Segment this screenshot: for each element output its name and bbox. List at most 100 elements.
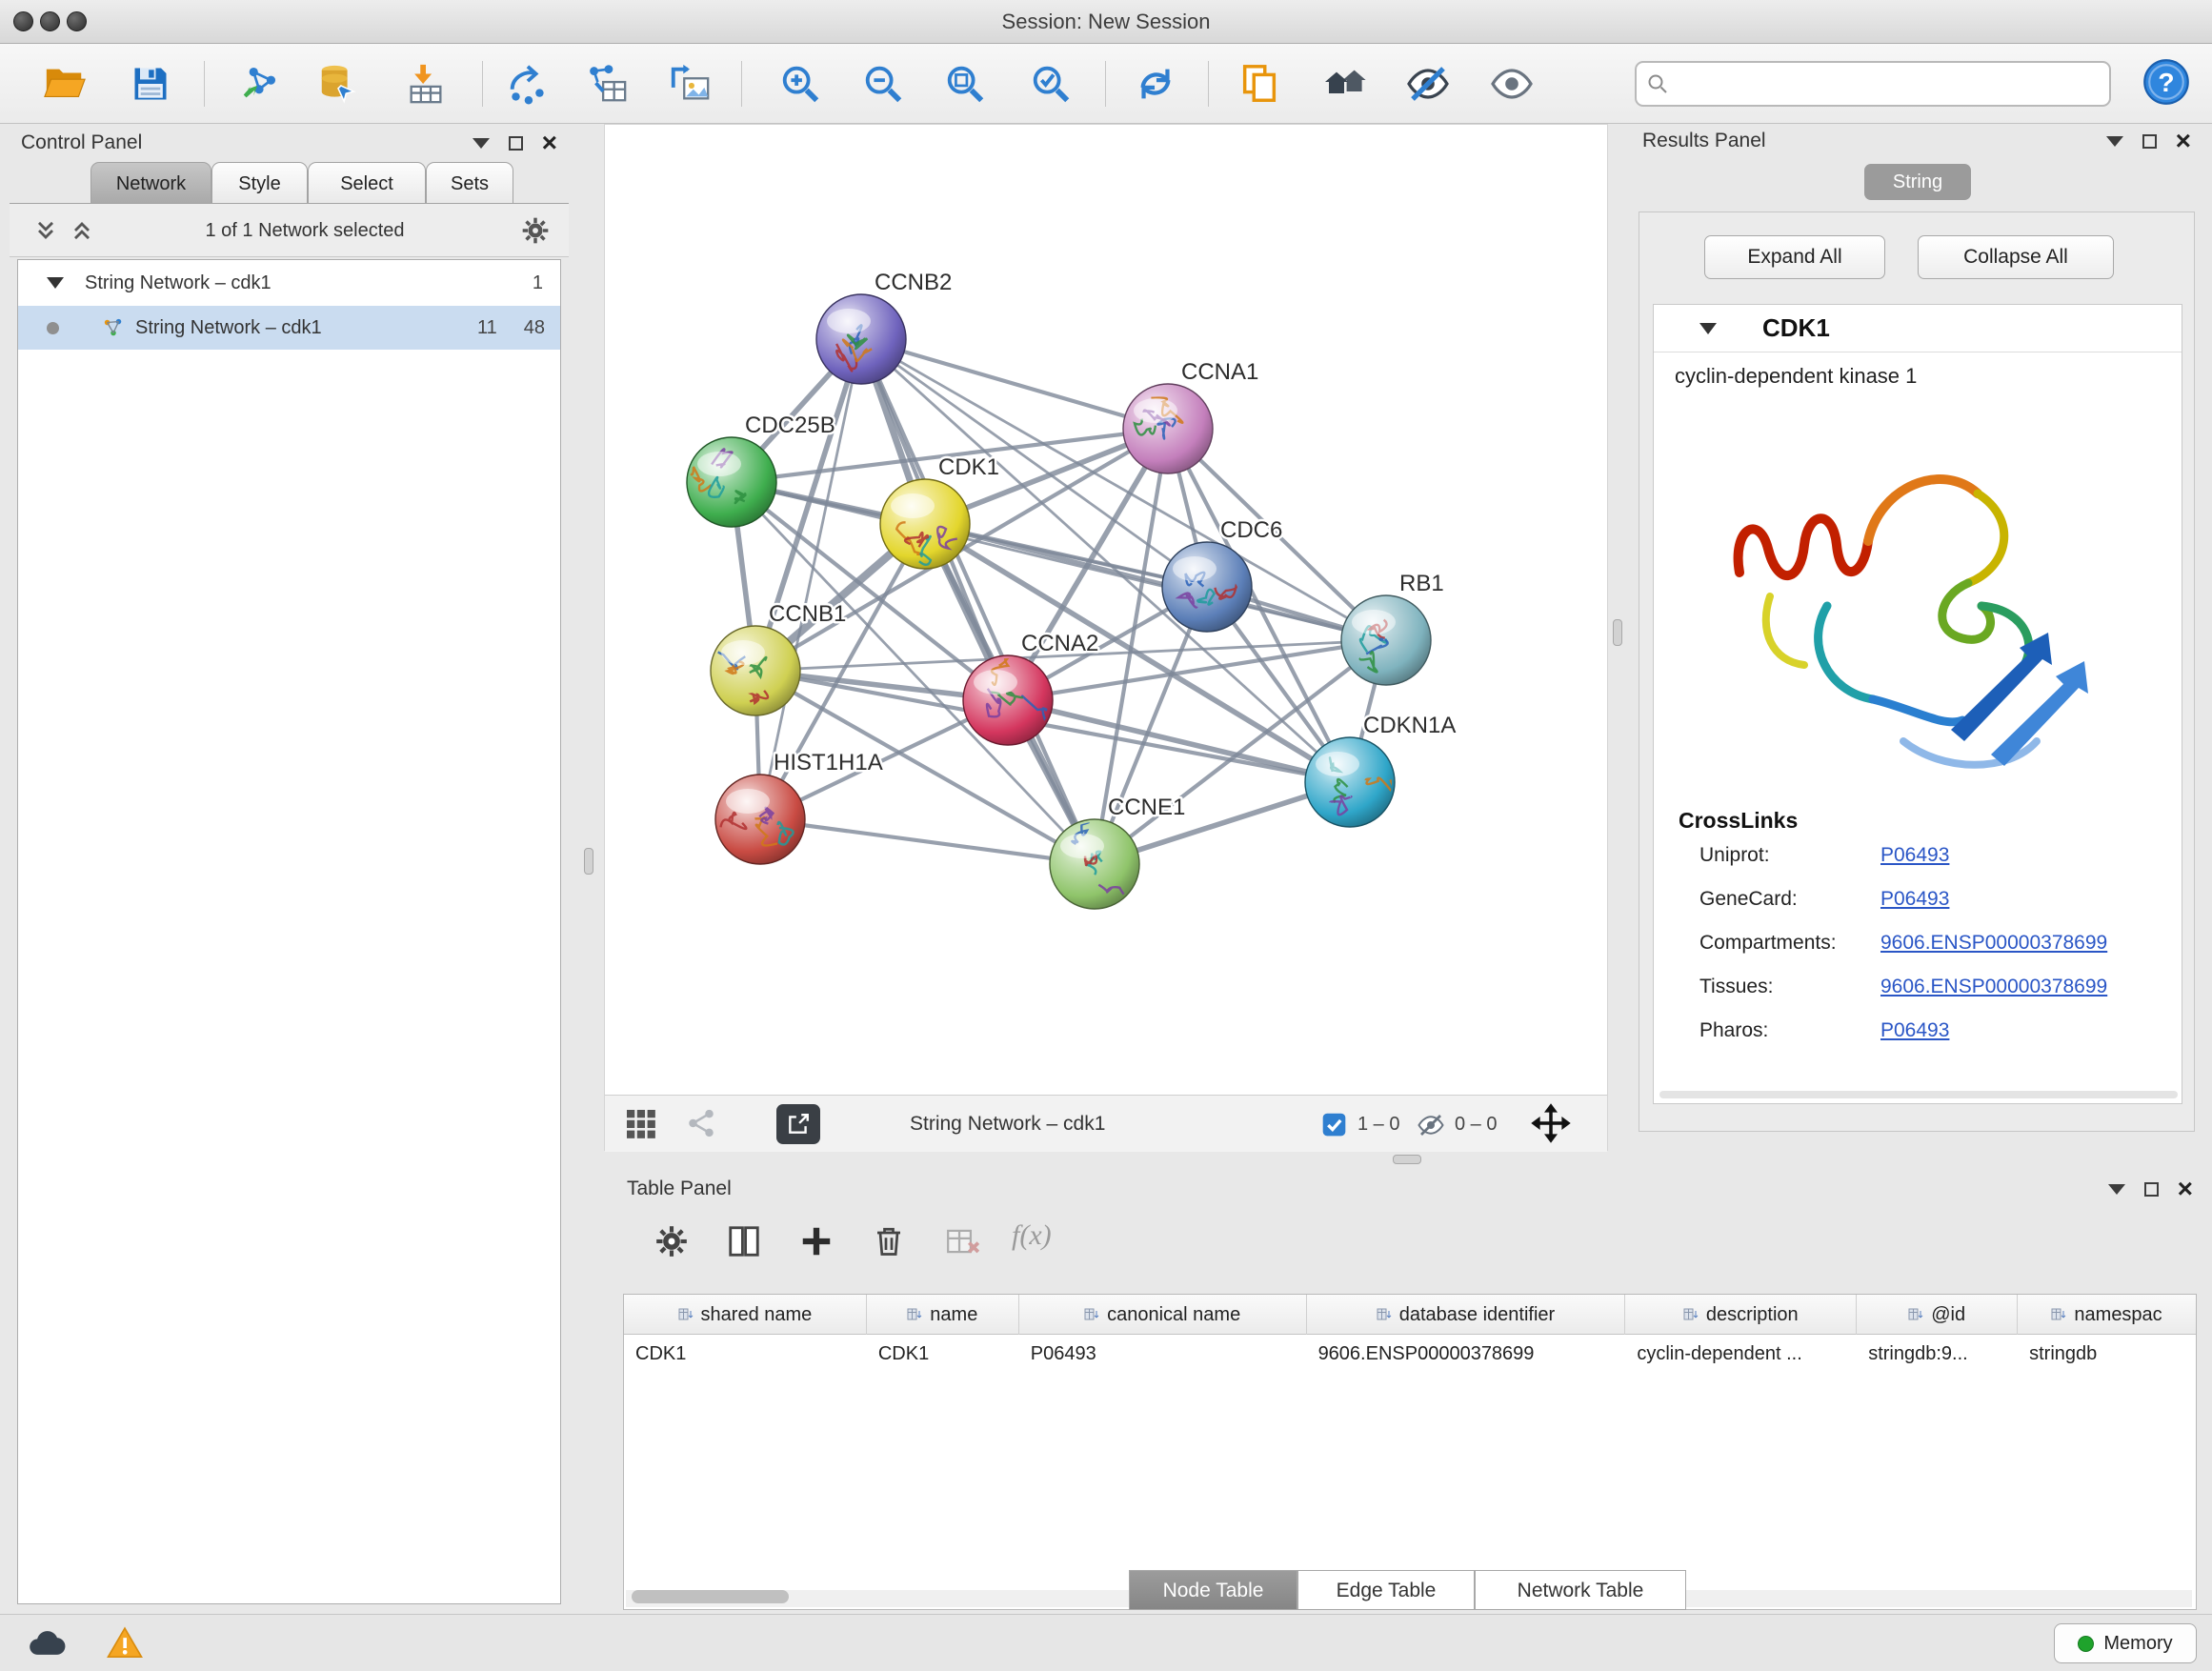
column-header-database-identifier[interactable]: database identifier (1307, 1295, 1626, 1335)
save-session-button[interactable] (124, 55, 177, 112)
panel-float-icon[interactable] (473, 138, 490, 149)
cell-canonical-name[interactable]: P06493 (1019, 1335, 1307, 1373)
collapse-gene-icon[interactable] (1699, 323, 1717, 334)
network-node-ccna1[interactable]: CCNA1 (1123, 359, 1258, 473)
network-node-cdkn1a[interactable]: CDKN1A (1305, 713, 1456, 827)
zoom-out-button[interactable] (856, 55, 910, 112)
tab-network-table[interactable]: Network Table (1475, 1570, 1686, 1610)
network-node-ccnb2[interactable]: CCNB2 (816, 270, 952, 384)
network-canvas[interactable]: CCNB2CCNA1CDC25BCDK1CDC6RB1CCNB1CCNA2CDK… (605, 125, 1609, 1095)
crosslink-genecard-link[interactable]: P06493 (1880, 888, 1949, 911)
cloud-status-button[interactable] (25, 1622, 69, 1667)
tab-edge-table[interactable]: Edge Table (1297, 1570, 1475, 1610)
collection-expand-icon[interactable] (47, 277, 64, 289)
panel-maximize-icon[interactable] (2142, 134, 2157, 149)
export-table-button[interactable] (580, 55, 633, 112)
function-builder-button[interactable]: f(x) (1012, 1219, 1052, 1252)
horizontal-scrollbar[interactable] (1659, 1091, 2178, 1098)
column-header-namespace[interactable]: namespac (2018, 1295, 2196, 1335)
fit-network-button[interactable] (1531, 1103, 1571, 1146)
cell-database-identifier[interactable]: 9606.ENSP00000378699 (1307, 1335, 1626, 1373)
cell-shared-name[interactable]: CDK1 (624, 1335, 867, 1373)
horizontal-scrollbar-thumb[interactable] (632, 1590, 789, 1603)
panel-maximize-icon[interactable] (2144, 1182, 2159, 1197)
column-header-canonical-name[interactable]: canonical name (1019, 1295, 1307, 1335)
fit-selected-button[interactable] (1024, 55, 1077, 112)
table-options-button[interactable] (648, 1218, 695, 1265)
crosslink-compartments-link[interactable]: 9606.ENSP00000378699 (1880, 932, 2107, 955)
import-network-from-database-button[interactable] (312, 55, 365, 112)
right-splitter-handle[interactable] (1613, 619, 1622, 646)
show-columns-button[interactable] (720, 1218, 768, 1265)
open-in-browser-button[interactable] (776, 1104, 820, 1144)
show-all-button[interactable] (1485, 55, 1538, 112)
collapse-all-networks-button[interactable] (32, 217, 59, 247)
cell-namespace[interactable]: stringdb (2018, 1335, 2196, 1373)
fit-content-button[interactable] (938, 55, 992, 112)
collapse-all-button[interactable]: Collapse All (1918, 235, 2114, 279)
panel-close-icon[interactable]: × (2176, 131, 2191, 151)
hide-selected-button[interactable] (1401, 55, 1455, 112)
tab-network[interactable]: Network (90, 162, 211, 204)
crosslink-pharos-link[interactable]: P06493 (1880, 1019, 1949, 1042)
zoom-in-button[interactable] (774, 55, 827, 112)
column-header-id[interactable]: @id (1857, 1295, 2018, 1335)
panel-close-icon[interactable]: × (2178, 1179, 2193, 1198)
add-column-button[interactable] (793, 1218, 840, 1265)
apply-layout-button[interactable] (1129, 55, 1182, 112)
expand-all-networks-button[interactable] (69, 217, 95, 247)
import-table-from-file-button[interactable] (399, 55, 452, 112)
table-row[interactable]: CDK1 CDK1 P06493 9606.ENSP00000378699 cy… (624, 1335, 2196, 1373)
left-splitter-handle[interactable] (584, 848, 593, 875)
birds-eye-view-button[interactable] (624, 1107, 658, 1144)
cell-name[interactable]: CDK1 (867, 1335, 1019, 1373)
cell-description[interactable]: cyclin-dependent ... (1625, 1335, 1857, 1373)
cell-id[interactable]: stringdb:9... (1857, 1335, 2018, 1373)
column-header-description[interactable]: description (1625, 1295, 1857, 1335)
network-collection-row[interactable]: String Network – cdk1 1 (18, 260, 560, 306)
panel-maximize-icon[interactable] (509, 136, 523, 151)
window-close-button[interactable] (13, 11, 33, 31)
tab-node-table[interactable]: Node Table (1129, 1570, 1297, 1610)
search-input[interactable] (1677, 73, 2100, 95)
bottom-splitter-handle[interactable] (1393, 1155, 1421, 1164)
network-options-button[interactable] (520, 215, 551, 249)
import-network-from-file-button[interactable] (232, 55, 286, 112)
export-image-button[interactable] (663, 55, 716, 112)
warnings-button[interactable] (105, 1624, 145, 1665)
hidden-eye-slash-icon[interactable] (1417, 1111, 1445, 1139)
column-header-name[interactable]: name (867, 1295, 1019, 1335)
window-zoom-button[interactable] (67, 11, 87, 31)
new-network-from-selection-button[interactable] (500, 55, 553, 112)
open-session-button[interactable] (38, 55, 91, 112)
copy-annotations-button[interactable] (1233, 55, 1286, 112)
network-edge-ccnb2-ccna1[interactable] (861, 339, 1168, 429)
gene-card-header[interactable]: CDK1 (1654, 305, 2182, 352)
panel-float-icon[interactable] (2106, 136, 2123, 147)
network-edge-ccnb2-hist1h1a[interactable] (760, 339, 861, 819)
delete-column-button[interactable] (865, 1218, 913, 1265)
network-node-cdk1[interactable]: CDK1 (880, 454, 999, 569)
crosslink-tissues-link[interactable]: 9606.ENSP00000378699 (1880, 976, 2107, 998)
column-header-shared-name[interactable]: shared name (624, 1295, 867, 1335)
network-node-cdc25b[interactable]: CDC25B (687, 413, 835, 527)
memory-button[interactable]: Memory (2054, 1623, 2197, 1663)
tab-select[interactable]: Select (308, 162, 426, 204)
tab-string[interactable]: String (1864, 164, 1971, 200)
share-network-button[interactable] (685, 1107, 717, 1142)
panel-close-icon[interactable]: × (542, 133, 557, 152)
panel-float-icon[interactable] (2108, 1184, 2125, 1195)
network-edge-ccnb2-ccne1[interactable] (861, 339, 1095, 864)
selected-checkbox-icon[interactable] (1321, 1112, 1347, 1137)
expand-all-button[interactable]: Expand All (1704, 235, 1885, 279)
tab-style[interactable]: Style (211, 162, 308, 204)
window-minimize-button[interactable] (40, 11, 60, 31)
network-row-selected[interactable]: String Network – cdk1 11 48 (18, 306, 560, 350)
network-edge-hist1h1a-ccne1[interactable] (760, 819, 1095, 864)
delete-table-button[interactable] (939, 1218, 987, 1265)
tab-sets[interactable]: Sets (426, 162, 513, 204)
network-node-hist1h1a[interactable]: HIST1H1A (715, 750, 883, 864)
ndex-home-button[interactable] (1318, 55, 1372, 112)
network-node-rb1[interactable]: RB1 (1341, 571, 1444, 685)
crosslink-uniprot-link[interactable]: P06493 (1880, 844, 1949, 867)
